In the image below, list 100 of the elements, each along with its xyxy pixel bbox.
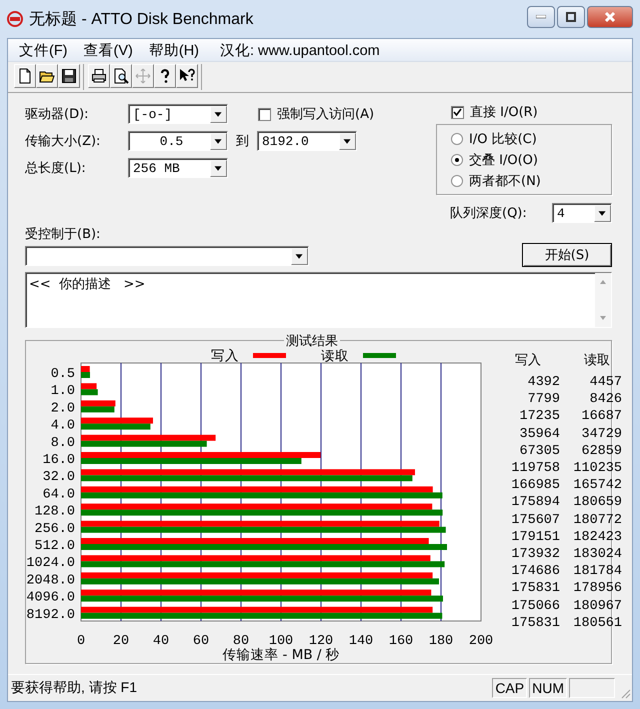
axis-label: 256.0 — [34, 522, 75, 537]
controller-dropdown[interactable] — [25, 246, 309, 266]
panel-title: 测试结果 — [284, 332, 340, 350]
context-help-button[interactable] — [176, 64, 198, 88]
queue-depth-dropdown[interactable]: 4 — [552, 203, 612, 223]
axis-label: 16.0 — [42, 453, 75, 468]
close-button[interactable] — [587, 6, 633, 28]
length-dropdown[interactable]: 256 MB — [128, 158, 228, 178]
minimize-icon — [536, 15, 546, 19]
caret-icon — [291, 248, 308, 264]
tick-label: 40 — [152, 634, 170, 649]
axis-label: 128.0 — [34, 504, 75, 520]
table-cell-text: 35964 — [518, 426, 560, 443]
table-cell-text: 165742 — [572, 477, 622, 494]
table-cell-text: 62859 — [580, 442, 622, 460]
axis-label: 32.0 — [42, 470, 75, 486]
tick-label: 180 — [428, 634, 454, 649]
minimize-button[interactable] — [527, 6, 555, 28]
axis-label: 2.0 — [50, 401, 75, 416]
help-button[interactable] — [154, 64, 176, 88]
range-label: 到 — [235, 133, 250, 150]
magnifier-icon — [113, 68, 129, 84]
drive-dropdown[interactable]: [-o-] — [128, 104, 228, 124]
column-header: 读取 — [583, 352, 611, 370]
field-label: 总长度(L): — [25, 160, 87, 177]
tick-label: 200 — [468, 634, 494, 649]
start-button[interactable]: 开始(S) — [522, 243, 612, 267]
caret-icon — [210, 106, 227, 122]
maximize-button[interactable] — [557, 6, 585, 28]
pointer-question-icon — [179, 68, 195, 84]
size-to-dropdown[interactable]: 8192.0 — [257, 131, 357, 151]
tick-label: 0 — [76, 634, 86, 649]
open-button[interactable] — [36, 64, 58, 88]
radio-button[interactable] — [451, 175, 463, 187]
description-field[interactable]: << 你的描述 >> — [25, 272, 612, 328]
checkbox-label: 强制写入访问(A) — [277, 106, 374, 123]
tick-label: 60 — [192, 634, 210, 649]
save-button[interactable] — [58, 64, 80, 88]
table-cell: 175066 — [510, 598, 560, 615]
table-cell: 175607 — [510, 512, 560, 529]
resize-grip-icon — [619, 687, 631, 699]
radio-label: 交叠 I/O(O) — [469, 152, 538, 169]
field-label: 驱动器(D): — [25, 106, 90, 123]
axis-label: 512.0 — [34, 539, 75, 554]
checkbox[interactable] — [451, 106, 464, 118]
axis-label: 2048.0 — [26, 573, 75, 588]
table-cell: 119758 — [510, 460, 560, 478]
column-header: 写入 — [514, 352, 542, 370]
caret-icon — [339, 132, 356, 150]
table-cell-text: 8426 — [588, 391, 622, 408]
size-from-dropdown[interactable]: 0.5 — [128, 131, 228, 151]
table-cell-text: 16687 — [580, 408, 622, 426]
tick-label: 140 — [348, 634, 374, 649]
field-label: 队列深度(Q): — [450, 205, 528, 222]
menu-item[interactable]: 查看(V) — [76, 40, 142, 60]
axis-label: 8.0 — [50, 436, 75, 451]
menu-note: 汉化: www.upantool.com — [220, 42, 380, 60]
axis-title: 传输速率 - MB / 秒 — [222, 647, 340, 663]
tick-label: 100 — [268, 634, 294, 649]
axis-label: 0.5 — [50, 367, 75, 382]
table-cell-text: 180967 — [572, 598, 622, 615]
table-cell-text: 178956 — [572, 580, 622, 598]
axis-label: 8192.0 — [26, 608, 75, 623]
tick-label: 160 — [388, 634, 414, 649]
axis-label: 1024.0 — [26, 556, 75, 572]
print-button[interactable] — [88, 64, 110, 88]
menu-item[interactable]: 帮助(H) — [142, 40, 208, 60]
print-preview-button[interactable] — [110, 64, 132, 88]
table-cell-text: 4392 — [526, 374, 560, 392]
axis-label: 4.0 — [50, 418, 75, 434]
radio-button[interactable] — [451, 154, 463, 166]
close-icon — [604, 11, 616, 23]
maximize-icon — [566, 12, 576, 22]
table-cell-text: 110235 — [572, 460, 622, 478]
table-cell: 175894 — [510, 494, 560, 512]
new-file-button[interactable] — [14, 64, 36, 88]
table-cell-text: 17235 — [518, 408, 560, 426]
table-cell-text: 183024 — [572, 546, 622, 564]
table-cell: 179151 — [510, 528, 560, 546]
table-cell-text: 182423 — [572, 528, 622, 546]
status-indicator: CAP — [492, 678, 528, 698]
radio-button[interactable] — [451, 133, 463, 145]
table-cell-text: 4457 — [588, 374, 622, 392]
app-icon — [7, 11, 23, 27]
table-cell: 166985 — [510, 477, 560, 494]
field-label: 传输大小(Z): — [25, 133, 102, 150]
axis-label: 1.0 — [50, 384, 75, 400]
menu-item[interactable]: 文件(F) — [12, 40, 77, 60]
tick-label: 120 — [308, 634, 334, 649]
legend-label: 写入 — [211, 348, 239, 364]
tick-label: 80 — [232, 634, 250, 649]
table-cell: 174686 — [510, 563, 560, 580]
table-cell-text: 180772 — [572, 512, 622, 529]
caret-icon — [210, 160, 227, 176]
status-indicator: NUM — [529, 678, 567, 698]
axis-label: 64.0 — [42, 487, 75, 502]
radio-label: 两者都不(N) — [469, 173, 541, 190]
radio-label: I/O 比较(C) — [469, 131, 537, 148]
move-arrows-icon — [135, 68, 151, 84]
checkbox[interactable] — [258, 108, 271, 120]
